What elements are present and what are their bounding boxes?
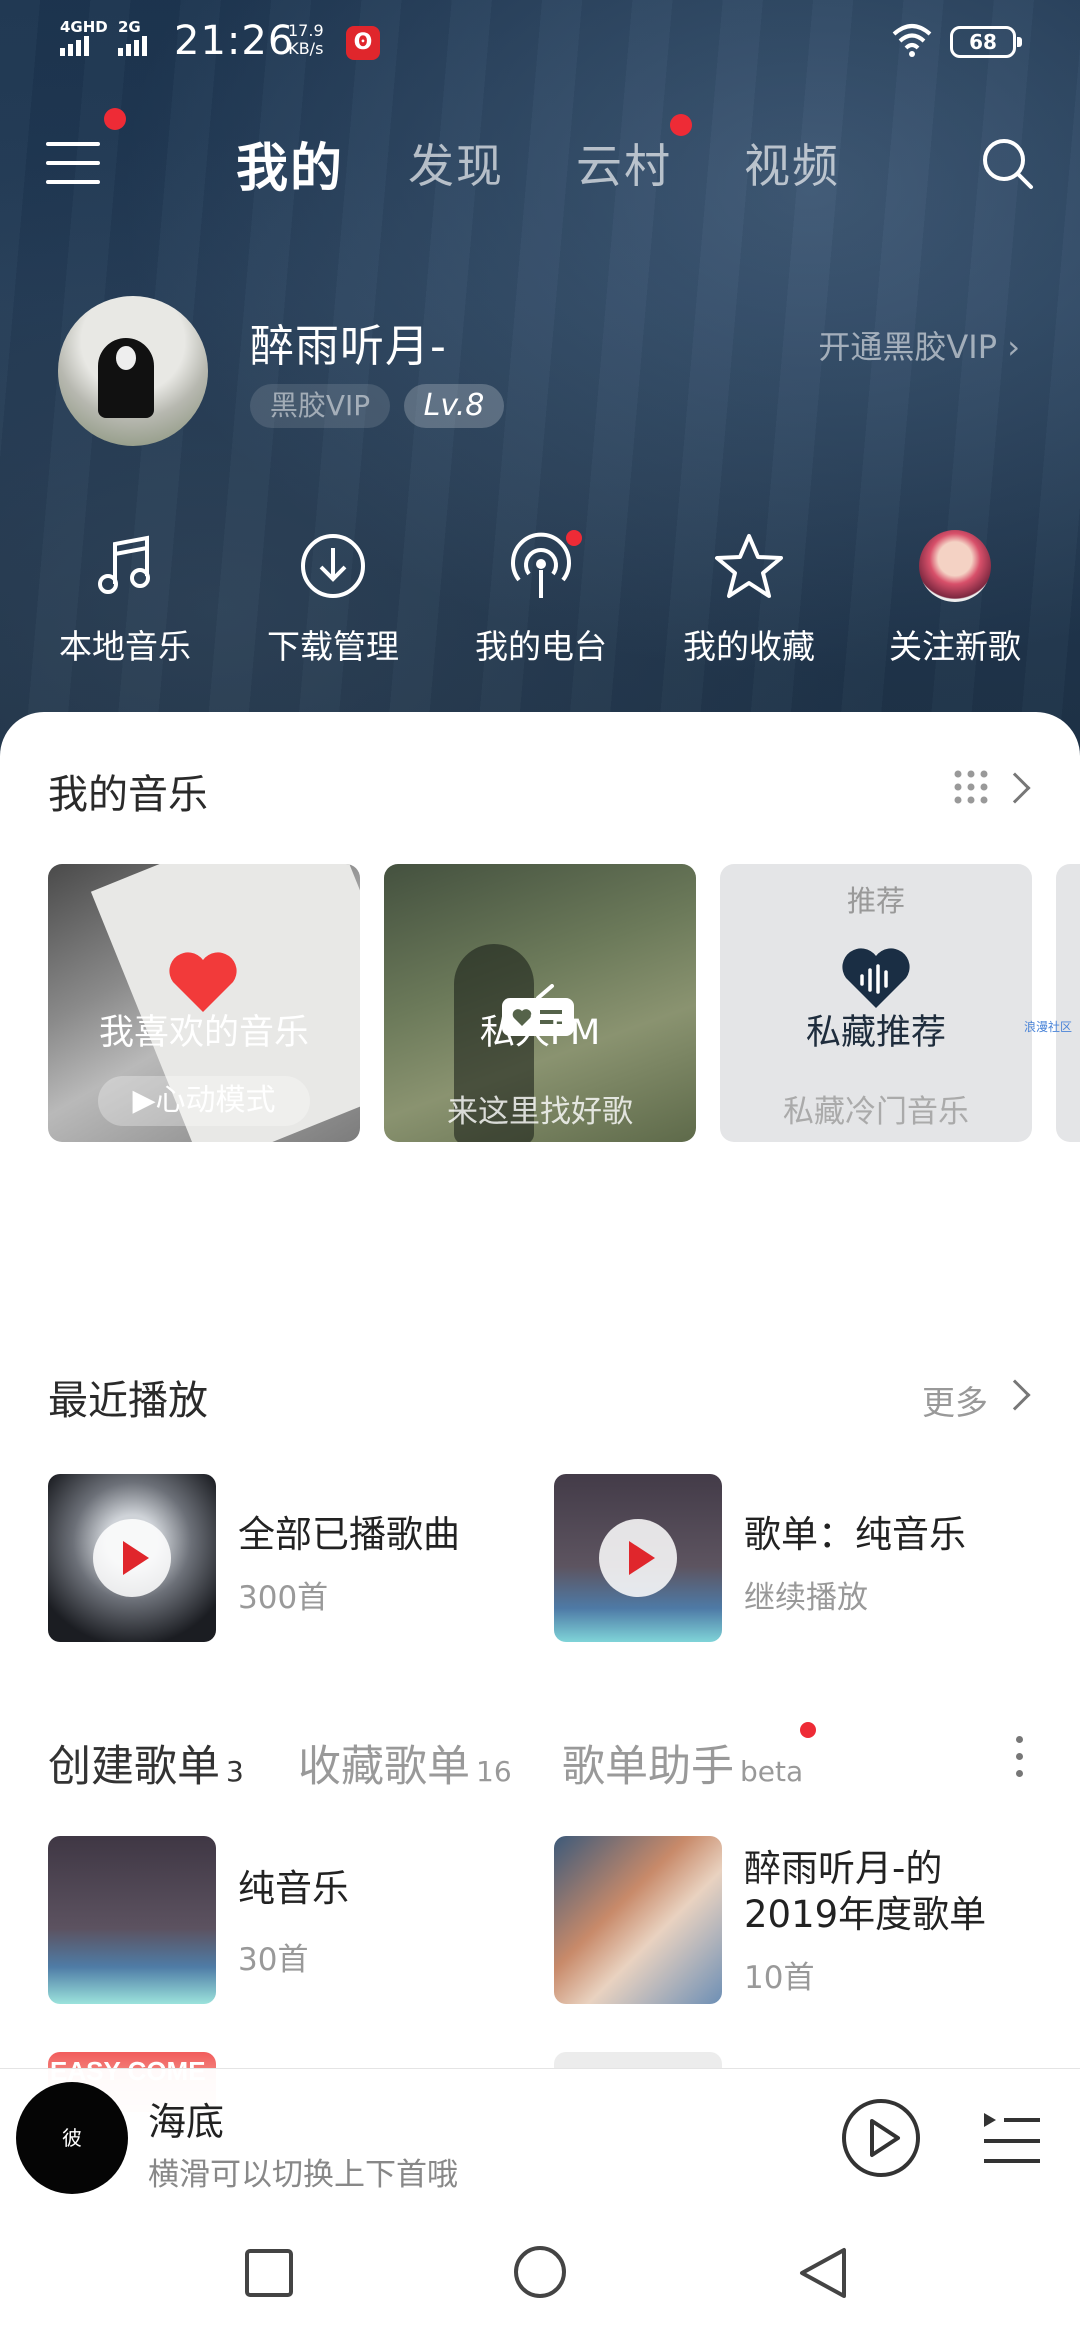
radio-notification-dot: [566, 530, 582, 546]
status-bar: 4GHD 2G 21:26 17.9 KB/s ʘ 68: [0, 0, 1080, 84]
menu-notification-dot: [104, 108, 126, 130]
content-sheet: 我的音乐 我喜欢的音乐 ▶心动模式 私人FM 来这里找好歌 推荐 私藏推荐 私藏…: [0, 712, 1080, 2112]
mini-player[interactable]: 彼 海底 横滑可以切换上下首哦: [0, 2068, 1080, 2204]
card-title: 我喜欢的音乐: [98, 1013, 309, 1053]
private-recommend-card[interactable]: 推荐 私藏推荐 私藏冷门音乐: [720, 864, 1032, 1142]
playlist-item[interactable]: 醉雨听月-的2019年度歌单 10首: [554, 1836, 1054, 2006]
top-navigation: 我的 发现 云村 视频: [0, 108, 1080, 220]
star-icon: [715, 534, 783, 598]
more-options-icon[interactable]: [1016, 1736, 1026, 1782]
avatar[interactable]: [58, 296, 208, 446]
cloud-village-notification-dot: [670, 114, 692, 136]
level-badge[interactable]: Lv.8: [404, 384, 504, 428]
netease-music-icon: ʘ: [346, 26, 380, 60]
recent-item-name: 歌单：纯音乐: [744, 1513, 966, 1556]
triangle-back-icon[interactable]: [796, 2246, 850, 2300]
heart-wave-icon: [842, 948, 910, 1008]
shortcut-radio[interactable]: 我的电台: [456, 520, 626, 668]
search-icon[interactable]: [980, 136, 1034, 190]
download-icon: [301, 534, 365, 598]
recent-item-all-played[interactable]: 全部已播歌曲 300首: [48, 1474, 548, 1644]
shortcut-download[interactable]: 下载管理: [248, 520, 418, 668]
all-played-cover: [48, 1474, 216, 1642]
menu-icon[interactable]: [46, 142, 100, 186]
shortcut-label: 我的收藏: [683, 627, 815, 666]
private-fm-card[interactable]: 私人FM 来这里找好歌: [384, 864, 696, 1142]
play-icon[interactable]: [93, 1519, 171, 1597]
avatar-icon: [919, 530, 991, 602]
recent-item-playlist[interactable]: 歌单：纯音乐 继续播放: [554, 1474, 1054, 1644]
clock: 21:26: [174, 18, 295, 64]
liked-music-card[interactable]: 我喜欢的音乐 ▶心动模式: [48, 864, 360, 1142]
playlist-name: 纯音乐: [238, 1867, 349, 1910]
shortcut-label: 下载管理: [267, 627, 399, 666]
shortcut-follow-new-songs[interactable]: 关注新歌: [870, 520, 1040, 668]
playlist-count: 10首: [744, 1960, 815, 1996]
tab-playlist-assistant[interactable]: 歌单助手 beta: [562, 1732, 803, 1794]
network-type-2: 2G: [118, 18, 141, 36]
side-community-label[interactable]: 浪漫社区: [1024, 1018, 1072, 1035]
card-title: 私人FM: [479, 1013, 601, 1053]
playlist-cover: [48, 1836, 216, 2004]
tab-discover[interactable]: 发现: [408, 130, 504, 196]
shortcut-label: 关注新歌: [889, 627, 1021, 666]
network-type-1: 4GHD: [60, 18, 108, 36]
user-profile[interactable]: 醉雨听月- 黑胶VIP Lv.8 开通黑胶VIP ›: [0, 290, 1080, 460]
swipe-hint: 横滑可以切换上下首哦: [148, 2157, 458, 2193]
album-disc[interactable]: 彼: [16, 2082, 128, 2194]
username[interactable]: 醉雨听月-: [250, 310, 447, 374]
next-card-peek[interactable]: [1056, 864, 1080, 1142]
tab-collected-playlists[interactable]: 收藏歌单 16: [298, 1732, 512, 1794]
more-link[interactable]: 更多: [922, 1376, 988, 1424]
battery-indicator: 68: [950, 26, 1022, 58]
recent-item-sub: 继续播放: [744, 1580, 868, 1616]
square-icon[interactable]: [244, 2248, 294, 2298]
tab-created-playlists[interactable]: 创建歌单 3: [48, 1732, 244, 1794]
assistant-notification-dot: [800, 1722, 816, 1738]
card-subtitle: 来这里找好歌: [447, 1094, 633, 1130]
tab-video[interactable]: 视频: [744, 130, 840, 196]
shortcut-row: 本地音乐 下载管理 我的电台 我的收藏 关注新歌: [0, 520, 1080, 680]
recent-item-name: 全部已播歌曲: [238, 1513, 460, 1556]
grid-icon[interactable]: [952, 768, 990, 806]
open-vip-link[interactable]: 开通黑胶VIP ›: [818, 322, 1020, 368]
vip-badge[interactable]: 黑胶VIP: [250, 384, 390, 428]
my-music-title: 我的音乐: [48, 772, 208, 818]
tab-mine[interactable]: 我的: [236, 126, 344, 201]
playlist-count: 30首: [238, 1942, 309, 1978]
play-button[interactable]: [840, 2097, 922, 2179]
card-subtitle: 私藏冷门音乐: [783, 1094, 969, 1130]
chevron-right-icon[interactable]: [999, 1379, 1031, 1411]
playlist-item[interactable]: 纯音乐 30首: [48, 1836, 548, 2006]
tab-cloud-village[interactable]: 云村: [576, 130, 672, 196]
signal-icon-2: [118, 36, 147, 56]
playlist-cover: [554, 1836, 722, 2004]
music-note-icon: [98, 535, 150, 594]
card-title: 私藏推荐: [805, 1013, 946, 1053]
play-icon[interactable]: [599, 1519, 677, 1597]
playlist-name: 醉雨听月-的2019年度歌单: [744, 1847, 987, 1936]
network-speed: 17.9 KB/s: [288, 21, 324, 58]
recent-item-sub: 300首: [238, 1580, 329, 1616]
recommend-tag: 推荐: [846, 884, 905, 918]
heartbeat-mode-button[interactable]: ▶心动模式: [98, 1076, 310, 1126]
circle-icon[interactable]: [512, 2244, 568, 2300]
shortcut-local-music[interactable]: 本地音乐: [40, 520, 210, 668]
wifi-icon: [892, 24, 932, 57]
shortcut-favorites[interactable]: 我的收藏: [664, 520, 834, 668]
recent-title: 最近播放: [48, 1378, 208, 1424]
playlist-queue-icon[interactable]: [982, 2109, 1042, 2169]
shortcut-label: 我的电台: [475, 627, 607, 666]
signal-icon-1: [60, 36, 89, 56]
chevron-right-icon: ›: [1007, 328, 1020, 366]
song-title: 海底: [148, 2100, 225, 2144]
chevron-right-icon[interactable]: [999, 772, 1031, 804]
shortcut-label: 本地音乐: [59, 627, 191, 666]
system-nav-bar: [0, 2204, 1080, 2340]
playlist-cover: [554, 1474, 722, 1642]
